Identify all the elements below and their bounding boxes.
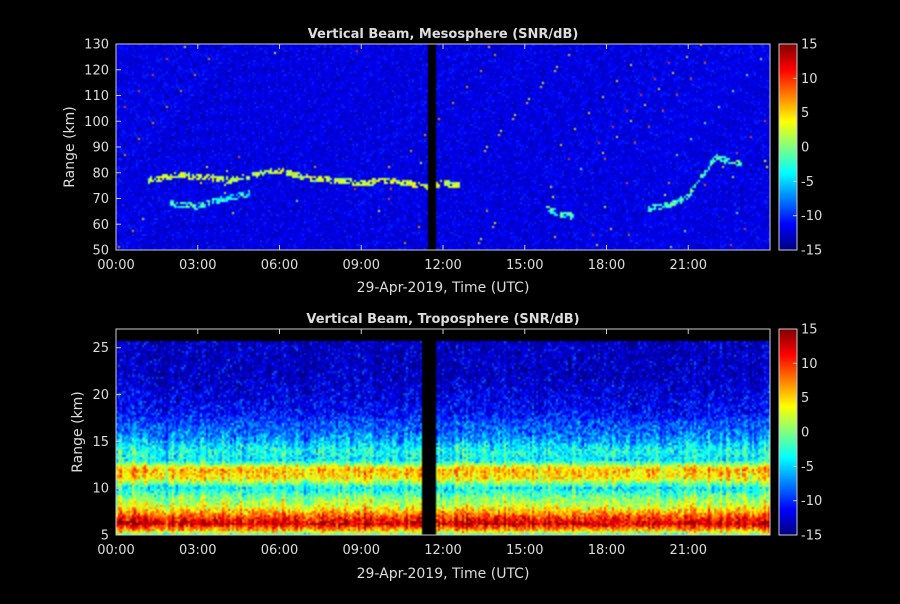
x-tick-label: 09:00	[343, 543, 380, 558]
colorbar-tick-label: 10	[801, 72, 818, 87]
colorbar-tick-label: 15	[801, 323, 818, 338]
troposphere-title: Vertical Beam, Troposphere (SNR/dB)	[306, 312, 579, 327]
x-tick-label: 06:00	[261, 258, 298, 273]
colorbar-tick-label: 0	[801, 426, 809, 441]
y-tick-label: 90	[92, 141, 109, 156]
colorbar-tick-label: -5	[801, 460, 814, 475]
troposphere-x-axis-label: 29-Apr-2019, Time (UTC)	[357, 566, 530, 582]
x-tick-label: 21:00	[670, 543, 707, 558]
x-tick-label: 21:00	[670, 258, 707, 273]
y-tick-label: 80	[92, 166, 109, 181]
colorbar-tick-label: -15	[801, 244, 822, 259]
y-tick-label: 70	[92, 192, 109, 207]
colorbar-tick-label: -10	[801, 494, 822, 509]
y-tick-label: 130	[84, 38, 109, 53]
troposphere-y-axis-label: Range (km)	[70, 391, 86, 473]
y-tick-label: 120	[84, 63, 109, 78]
y-tick-label: 50	[92, 244, 109, 259]
colorbar-tick-label: 5	[801, 106, 809, 121]
figure: Vertical Beam, Mesosphere (SNR/dB) 00:00…	[0, 0, 900, 600]
y-tick-label: 5	[101, 529, 109, 544]
y-tick-label: 25	[92, 341, 109, 356]
x-tick-label: 00:00	[97, 258, 134, 273]
x-tick-label: 15:00	[506, 543, 543, 558]
figure-canvas: Vertical Beam, Mesosphere (SNR/dB) 00:00…	[0, 0, 900, 600]
x-tick-label: 03:00	[179, 543, 216, 558]
x-tick-label: 18:00	[588, 258, 625, 273]
y-tick-label: 100	[84, 115, 109, 130]
colorbar-tick-label: -5	[801, 175, 814, 190]
colorbar-tick-label: -10	[801, 209, 822, 224]
mesosphere-heatmap	[116, 44, 770, 250]
troposphere-heatmap	[116, 329, 770, 535]
colorbar-tick-label: 10	[801, 357, 818, 372]
colorbar-tick-label: -15	[801, 529, 822, 544]
x-tick-label: 12:00	[424, 543, 461, 558]
x-tick-label: 12:00	[424, 258, 461, 273]
colorbar-tick-label: 5	[801, 391, 809, 406]
y-tick-label: 10	[92, 482, 109, 497]
mesosphere-y-axis-label: Range (km)	[62, 106, 78, 188]
colorbar-tick-label: 15	[801, 38, 818, 53]
mesosphere-x-axis-label: 29-Apr-2019, Time (UTC)	[357, 280, 530, 296]
x-tick-label: 18:00	[588, 543, 625, 558]
mesosphere-title: Vertical Beam, Mesosphere (SNR/dB)	[308, 27, 579, 42]
y-tick-label: 15	[92, 435, 109, 450]
x-tick-label: 00:00	[97, 543, 134, 558]
x-tick-label: 03:00	[179, 258, 216, 273]
y-tick-label: 110	[84, 89, 109, 104]
colorbar-tick-label: 0	[801, 141, 809, 156]
y-tick-label: 20	[92, 388, 109, 403]
x-tick-label: 15:00	[506, 258, 543, 273]
x-tick-label: 06:00	[261, 543, 298, 558]
y-tick-label: 60	[92, 218, 109, 233]
x-tick-label: 09:00	[343, 258, 380, 273]
